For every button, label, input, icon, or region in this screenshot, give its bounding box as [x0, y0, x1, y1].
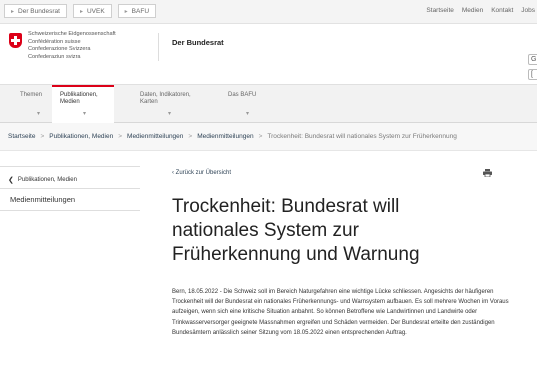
breadcrumb-item-home[interactable]: Startseite	[8, 133, 35, 140]
press-release-lead: Bern, 18.05.2022 - Die Schweiz soll im B…	[172, 289, 509, 336]
breadcrumb-row: Startseite > Publikationen, Medien > Med…	[8, 133, 457, 140]
top-crumb-bundesrat[interactable]: ▸ Der Bundesrat	[4, 4, 67, 18]
breadcrumb-item-medienmitteilungen-2[interactable]: Medienmitteilungen	[197, 133, 253, 140]
sidebar-divider	[0, 166, 140, 167]
header-button-top[interactable]: G	[528, 54, 537, 65]
federation-names: Schweizerische Eidgenossenschaft Confédé…	[28, 31, 116, 60]
header-button-bottom[interactable]: [	[528, 69, 537, 80]
top-links: Startseite Medien Kontakt Jobs	[426, 7, 535, 14]
chevron-right-icon: ▸	[124, 8, 128, 15]
chevron-left-icon: ❮	[8, 177, 14, 184]
breadcrumb: Startseite > Publikationen, Medien > Med…	[0, 123, 537, 151]
chevron-down-icon: ▾	[83, 111, 87, 117]
chevron-down-icon: ▾	[37, 111, 41, 117]
breadcrumb-item-medienmitteilungen[interactable]: Medienmitteilungen	[127, 133, 183, 140]
nav-item-themen[interactable]: Themen ▾	[20, 85, 54, 123]
sidebar-divider	[0, 210, 140, 211]
top-link-media[interactable]: Medien	[462, 7, 483, 14]
chevron-right-icon: ▸	[79, 8, 83, 15]
nav-item-bafu[interactable]: Das BAFU ▾	[228, 85, 264, 123]
site-header: Schweizerische Eidgenossenschaft Confédé…	[0, 24, 537, 84]
nav-item-publikationen[interactable]: Publikationen, Medien ▾	[52, 85, 114, 123]
breadcrumb-separator: >	[188, 133, 193, 140]
top-link-jobs[interactable]: Jobs	[521, 7, 535, 14]
breadcrumb-item-publikationen[interactable]: Publikationen, Medien	[49, 133, 113, 140]
sidebar-back-link[interactable]: ❮ Publikationen, Medien	[8, 176, 77, 184]
top-bar: ▸ Der Bundesrat ▸ UVEK ▸ BAFU Startseite Me…	[0, 0, 537, 24]
top-crumb-bafu[interactable]: ▸ BAFU	[117, 4, 157, 18]
sidebar-item-medienmitteilungen[interactable]: Medienmitteilungen	[10, 195, 75, 204]
header-divider	[158, 33, 159, 61]
breadcrumb-item-current: Trockenheit: Bundesrat will nationales S…	[267, 133, 457, 140]
top-link-contact[interactable]: Kontakt	[491, 7, 513, 14]
main-nav: Themen ▾ Publikationen, Medien ▾ Daten, …	[0, 84, 537, 123]
breadcrumb-separator: >	[258, 133, 263, 140]
breadcrumb-separator: >	[118, 133, 123, 140]
top-crumbs: ▸ Der Bundesrat ▸ UVEK ▸ BAFU	[4, 4, 157, 18]
swiss-cross-logo-icon[interactable]	[9, 33, 22, 48]
page-title: Trockenheit: Bundesrat will nationales S…	[172, 196, 420, 265]
chevron-right-icon: ▸	[11, 8, 15, 15]
nav-item-daten[interactable]: Daten, Indikatoren, Karten ▾	[140, 85, 196, 123]
header-title: Der Bundesrat	[172, 38, 224, 47]
back-to-overview-link[interactable]: ‹ Zurück zur Übersicht	[172, 170, 231, 176]
chevron-down-icon: ▾	[246, 111, 250, 117]
sidebar-divider	[0, 188, 140, 189]
print-icon[interactable]	[483, 169, 492, 177]
breadcrumb-separator: >	[40, 133, 45, 140]
top-crumb-uvek[interactable]: ▸ UVEK	[72, 4, 112, 18]
chevron-down-icon: ▾	[168, 111, 172, 117]
top-link-home[interactable]: Startseite	[426, 7, 453, 14]
